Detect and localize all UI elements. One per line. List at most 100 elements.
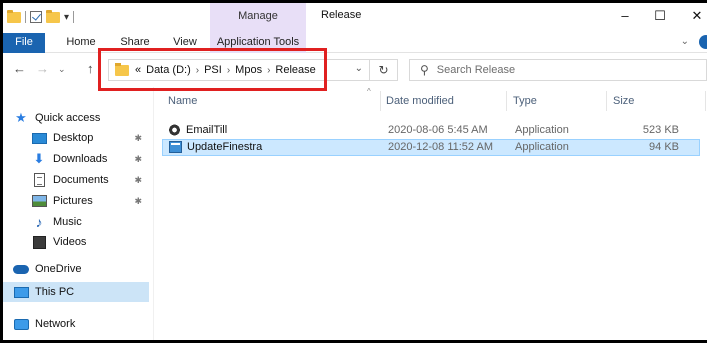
maximize-button[interactable]: ☐: [650, 8, 670, 24]
desktop-icon: [31, 130, 47, 146]
computer-icon: [13, 284, 29, 300]
column-divider[interactable]: [606, 91, 607, 111]
breadcrumb-separator-icon[interactable]: ›: [196, 65, 199, 76]
file-name-text: UpdateFinestra: [187, 141, 263, 153]
document-icon: [31, 172, 47, 188]
nav-item-music[interactable]: ♪ Music: [31, 212, 148, 232]
search-box[interactable]: ⚲ Search Release: [409, 59, 707, 81]
file-row-emailtill[interactable]: EmailTill 2020-08-06 5:45 AM Application…: [162, 122, 700, 139]
file-type: Application: [515, 141, 569, 153]
folder-icon: [115, 62, 129, 76]
navigation-pane: ★ Quick access Desktop ✱ ⬇ Downloads ✱ D…: [3, 87, 153, 340]
pictures-icon: [31, 193, 47, 209]
explorer-window: ▾ Manage Release – ☐ ✕ File Home Share V…: [0, 0, 707, 343]
nav-item-label: Quick access: [35, 112, 101, 124]
nav-item-documents[interactable]: Documents ✱: [31, 170, 148, 190]
manage-context-tab[interactable]: Manage: [210, 3, 306, 33]
app-window-icon: [169, 141, 182, 153]
column-header-size[interactable]: Size: [613, 95, 634, 107]
nav-item-label: Desktop: [53, 132, 94, 144]
app-gear-icon: [168, 124, 181, 136]
cloud-icon: [13, 261, 29, 277]
nav-item-videos[interactable]: Videos: [31, 232, 148, 252]
nav-item-network[interactable]: Network: [13, 314, 148, 334]
breadcrumb-separator-icon[interactable]: ›: [227, 65, 230, 76]
search-icon: ⚲: [420, 63, 429, 77]
forward-button[interactable]: →: [36, 61, 49, 76]
help-icon[interactable]: [699, 35, 707, 49]
tab-file[interactable]: File: [3, 33, 45, 53]
title-bar: ▾ Manage Release – ☐ ✕: [3, 3, 707, 33]
tab-view[interactable]: View: [166, 33, 204, 53]
breadcrumb-overflow[interactable]: «: [135, 64, 141, 76]
file-size: 94 KB: [649, 141, 679, 153]
nav-item-this-pc[interactable]: This PC: [3, 282, 149, 302]
column-divider[interactable]: [380, 91, 381, 111]
breadcrumb-data-drive[interactable]: Data (D:): [146, 64, 191, 76]
new-folder-icon[interactable]: [46, 9, 60, 23]
breadcrumb-psi[interactable]: PSI: [204, 64, 222, 76]
pin-icon[interactable]: ✱: [134, 175, 142, 186]
search-input[interactable]: Search Release: [437, 64, 515, 76]
properties-check-icon[interactable]: [30, 11, 42, 23]
nav-item-desktop[interactable]: Desktop ✱: [31, 128, 148, 148]
pin-icon[interactable]: ✱: [134, 133, 142, 144]
file-name-text: EmailTill: [186, 124, 228, 136]
column-header-name[interactable]: Name: [168, 95, 197, 107]
minimize-button[interactable]: –: [615, 8, 635, 23]
back-button[interactable]: ←: [13, 61, 26, 76]
nav-item-label: Music: [53, 216, 82, 228]
videos-icon: [31, 234, 47, 250]
toolbar-divider: [25, 11, 26, 23]
close-button[interactable]: ✕: [687, 8, 707, 24]
folder-icon[interactable]: [7, 9, 21, 23]
pin-icon[interactable]: ✱: [134, 154, 142, 165]
nav-item-label: Downloads: [53, 153, 108, 165]
file-name: UpdateFinestra: [169, 141, 262, 153]
sort-ascending-icon: ^: [367, 87, 371, 96]
pin-icon[interactable]: ✱: [134, 196, 142, 207]
file-name: EmailTill: [168, 124, 227, 136]
nav-item-pictures[interactable]: Pictures ✱: [31, 191, 148, 211]
file-list: ^ Name Date modified Type Size EmailTill…: [154, 87, 707, 340]
star-icon: ★: [15, 110, 27, 125]
address-dropdown-icon[interactable]: ⌄: [355, 63, 363, 74]
nav-item-label: Documents: [53, 174, 109, 186]
download-icon: ⬇: [33, 151, 45, 166]
network-icon: [13, 316, 29, 332]
file-date: 2020-12-08 11:52 AM: [388, 141, 493, 153]
breadcrumb-release[interactable]: Release: [275, 64, 315, 76]
file-size: 523 KB: [642, 124, 679, 136]
column-header-type[interactable]: Type: [513, 95, 537, 107]
tab-home[interactable]: Home: [61, 33, 101, 53]
tab-application-tools[interactable]: Application Tools: [210, 33, 306, 53]
music-icon: ♪: [35, 214, 43, 230]
breadcrumb-mpos[interactable]: Mpos: [235, 64, 262, 76]
nav-item-label: Network: [35, 318, 76, 330]
recent-locations-dropdown[interactable]: ⌄: [58, 64, 66, 75]
customize-toolbar-dropdown[interactable]: ▾: [64, 12, 69, 23]
address-field[interactable]: « Data (D:) › PSI › Mpos › Release ⌄: [108, 59, 370, 81]
nav-item-downloads[interactable]: ⬇ Downloads ✱: [31, 149, 148, 169]
tab-share[interactable]: Share: [115, 33, 155, 53]
ribbon-tabs: File Home Share View Application Tools ⌄: [3, 33, 707, 53]
nav-item-quick-access[interactable]: ★ Quick access: [13, 108, 148, 128]
toolbar-divider: [73, 11, 75, 23]
refresh-button[interactable]: ↻: [370, 59, 398, 81]
column-header-date-modified[interactable]: Date modified: [386, 95, 454, 107]
nav-item-onedrive[interactable]: OneDrive: [13, 259, 148, 279]
quick-access-toolbar: ▾: [7, 9, 75, 24]
file-date: 2020-08-06 5:45 AM: [388, 124, 488, 136]
nav-item-label: Videos: [53, 236, 87, 248]
column-divider[interactable]: [705, 91, 706, 111]
file-type: Application: [515, 124, 569, 136]
window-title: Release: [321, 9, 362, 21]
nav-item-label: This PC: [35, 286, 75, 298]
nav-item-label: Pictures: [53, 195, 93, 207]
column-divider[interactable]: [506, 91, 507, 111]
file-row-updatefinestra[interactable]: UpdateFinestra 2020-12-08 11:52 AM Appli…: [162, 139, 700, 156]
breadcrumb-separator-icon[interactable]: ›: [267, 65, 270, 76]
address-toolbar: ← → ⌄ ↑ « Data (D:) › PSI › Mpos › Relea…: [3, 53, 707, 87]
up-button[interactable]: ↑: [87, 61, 94, 76]
ribbon-expand-chevron-icon[interactable]: ⌄: [681, 36, 689, 47]
